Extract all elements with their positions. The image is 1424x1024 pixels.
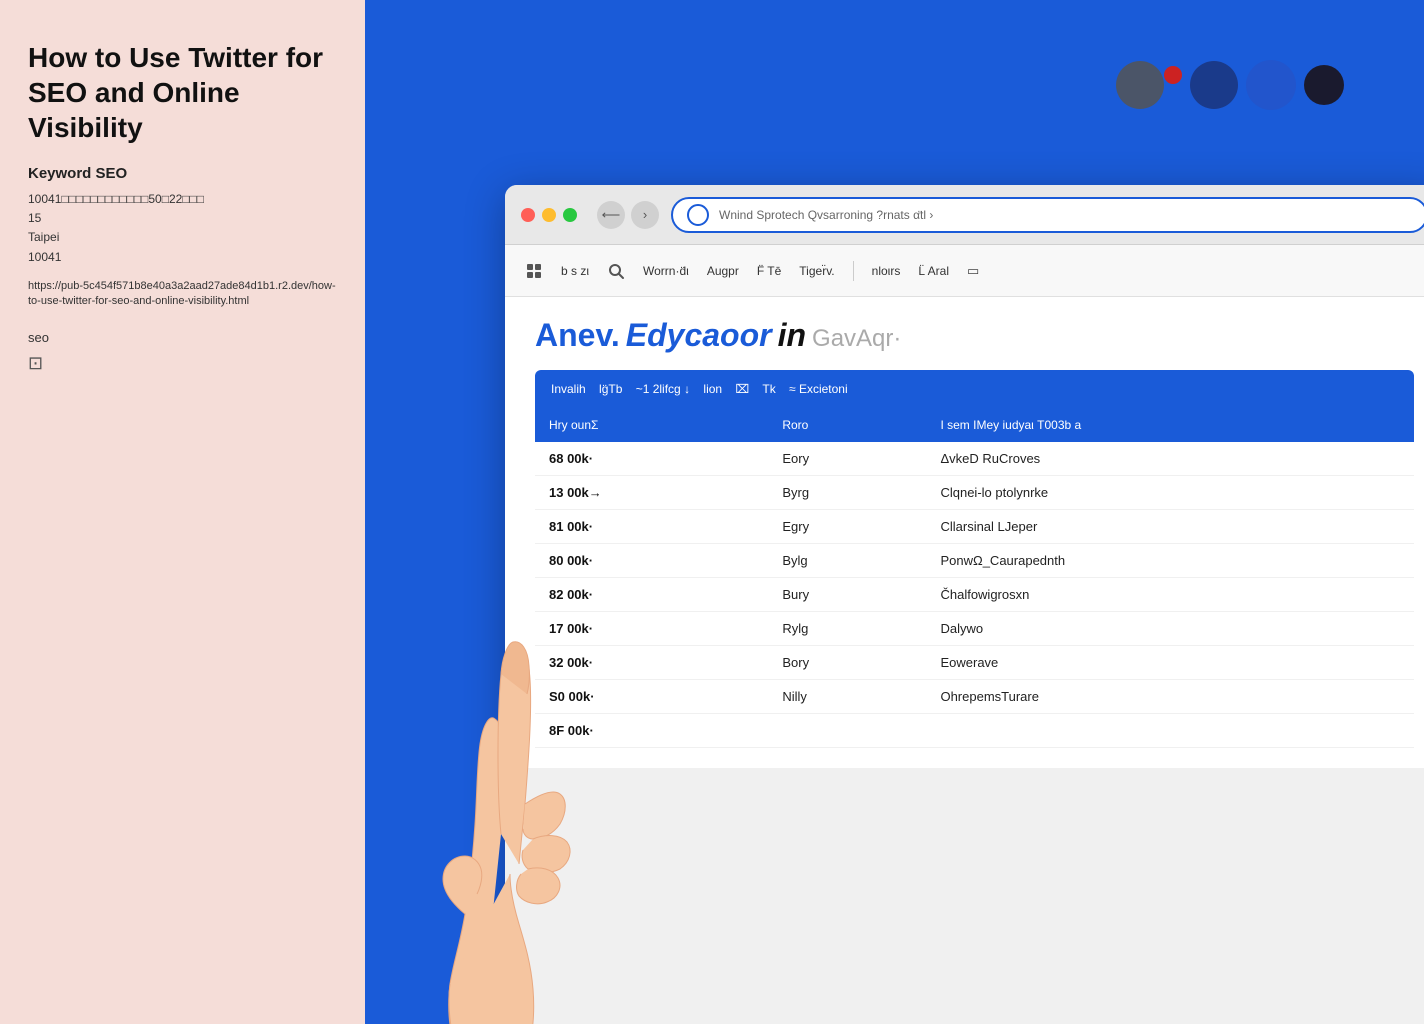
table-cell-6-1: Bory bbox=[768, 646, 926, 680]
table-header-row: Hry ounΣ Roro I sem IMey iudyaι T003b a bbox=[535, 408, 1414, 442]
maximize-button[interactable] bbox=[563, 208, 577, 222]
sidebar-keyword: Keyword SEO bbox=[28, 165, 337, 182]
col-header-1: Hry ounΣ bbox=[535, 408, 768, 442]
address-icon bbox=[687, 204, 709, 226]
decor-circle-3 bbox=[1190, 61, 1238, 109]
hand-group bbox=[443, 642, 570, 1024]
toolbar-btn-aral[interactable]: L̈ Aral bbox=[918, 264, 949, 278]
meta-postal: 10041 bbox=[28, 250, 61, 264]
address-bar[interactable]: Wnind Sprotech Qvsarroning ?rnats α̈tl › bbox=[671, 197, 1424, 233]
decor-circle-4 bbox=[1246, 60, 1296, 110]
toolbar-btn-tiger[interactable]: Tiger̈v. bbox=[799, 264, 834, 278]
table-cell-5-1: Rylg bbox=[768, 612, 926, 646]
toolbar-btn-augpr[interactable]: Augpr bbox=[707, 264, 739, 278]
decor-circle-2 bbox=[1164, 66, 1182, 84]
table-cell-1-2: Clqnei-lo ptolynrke bbox=[926, 476, 1414, 510]
sidebar-tag-icon: ⊡ bbox=[28, 353, 337, 374]
heading-part2: Edycaoor bbox=[626, 317, 772, 354]
toolbar-icon-2[interactable] bbox=[607, 262, 625, 280]
hand-svg bbox=[395, 504, 675, 1024]
table-cell-8-1 bbox=[768, 714, 926, 748]
browser-toolbar: b s zι Worrn·d̈ι Augpr F̈ Tē Tiger̈v. nl… bbox=[505, 245, 1424, 297]
heading-part4: GavAqr· bbox=[812, 325, 901, 353]
table-cell-3-2: PonwΩ_Caurapednth bbox=[926, 544, 1414, 578]
heading-part1: Anev. bbox=[535, 317, 620, 354]
table-cell-7-1: Nilly bbox=[768, 680, 926, 714]
sidebar: How to Use Twitter for SEO and Online Vi… bbox=[0, 0, 365, 1024]
sidebar-url[interactable]: https://pub-5c454f571b8e40a3a2aad27ade84… bbox=[28, 279, 337, 310]
toolbar-icon-3[interactable]: ▭ bbox=[967, 263, 979, 279]
close-button[interactable] bbox=[521, 208, 535, 222]
table-cell-4-1: Bury bbox=[768, 578, 926, 612]
table-cell-4-2: Čhalfowigrosxn bbox=[926, 578, 1414, 612]
browser-nav: ⟵ › bbox=[597, 201, 659, 229]
meta-chars: □□□□□□□□□□□□50□22□□□ bbox=[61, 192, 204, 206]
table-cell-2-2: Cllarsinal LJeper bbox=[926, 510, 1414, 544]
address-text: Wnind Sprotech Qvsarroning ?rnats α̈tl › bbox=[719, 208, 1412, 222]
traffic-lights bbox=[521, 208, 577, 222]
browser-chrome: ⟵ › Wnind Sprotech Qvsarroning ?rnats α̈… bbox=[505, 185, 1424, 245]
table-cell-0-0: 68 00k· bbox=[535, 442, 768, 476]
toolbar-divider bbox=[853, 261, 854, 281]
back-button[interactable]: ⟵ bbox=[597, 201, 625, 229]
sidebar-title: How to Use Twitter for SEO and Online Vi… bbox=[28, 40, 337, 145]
toolbar-icon-1[interactable] bbox=[525, 262, 543, 280]
minimize-button[interactable] bbox=[542, 208, 556, 222]
table-sub-heading: Invalih lg̈Tb ~1 2lifcg ↓ lion ⌧ Tk ≈ Ex… bbox=[551, 382, 848, 396]
hand-illustration bbox=[395, 504, 675, 1024]
table-cell-3-1: Bylg bbox=[768, 544, 926, 578]
meta-line2: 15 bbox=[28, 211, 41, 225]
table-cell-8-2 bbox=[926, 714, 1414, 748]
toolbar-btn-to[interactable]: F̈ Tē bbox=[757, 264, 781, 278]
main-area: ⟵ › Wnind Sprotech Qvsarroning ?rnats α̈… bbox=[365, 0, 1424, 1024]
table-cell-6-2: Eowerave bbox=[926, 646, 1414, 680]
decor-circle-1 bbox=[1116, 61, 1164, 109]
toolbar-btn-worn-ji[interactable]: Worrn·d̈ι bbox=[643, 264, 689, 278]
meta-line1: 10041 bbox=[28, 192, 61, 206]
table-row: 68 00k·EoryΔvkeD RuCroves bbox=[535, 442, 1414, 476]
toolbar-btn-nloirs[interactable]: nloιrs bbox=[872, 264, 901, 278]
toolbar-btn-1[interactable]: b s zι bbox=[561, 264, 589, 278]
sidebar-meta: 10041□□□□□□□□□□□□50□22□□□ 15 Taipei 1004… bbox=[28, 190, 337, 267]
table-cell-0-1: Eory bbox=[768, 442, 926, 476]
table-cell-2-1: Egry bbox=[768, 510, 926, 544]
sidebar-tag: seo bbox=[28, 330, 337, 345]
page-heading: Anev. Edycaoor in GavAqr· bbox=[535, 317, 1414, 354]
table-cell-0-2: ΔvkeD RuCroves bbox=[926, 442, 1414, 476]
table-head: Hry ounΣ Roro I sem IMey iudyaι T003b a bbox=[535, 408, 1414, 442]
decor-circle-5 bbox=[1304, 65, 1344, 105]
table-cell-7-2: OhrepemsTurare bbox=[926, 680, 1414, 714]
heading-part3: in bbox=[778, 317, 806, 354]
top-decorations bbox=[1116, 60, 1344, 110]
col-header-3: I sem IMey iudyaι T003b a bbox=[926, 408, 1414, 442]
col-header-2: Roro bbox=[768, 408, 926, 442]
table-cell-5-2: Dalywo bbox=[926, 612, 1414, 646]
table-header-bar: Invalih lg̈Tb ~1 2lifcg ↓ lion ⌧ Tk ≈ Ex… bbox=[535, 370, 1414, 408]
table-cell-1-1: Byrg bbox=[768, 476, 926, 510]
forward-button[interactable]: › bbox=[631, 201, 659, 229]
meta-city: Taipei bbox=[28, 230, 59, 244]
